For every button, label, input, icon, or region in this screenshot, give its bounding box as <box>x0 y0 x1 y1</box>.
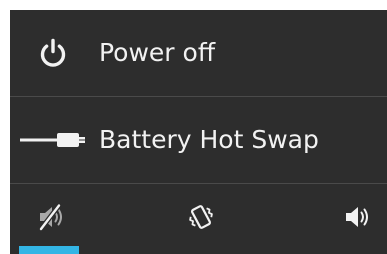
phone-vibrate-icon <box>189 205 213 229</box>
global-actions-dialog: Power off Battery Hot Swap <box>10 10 387 254</box>
sound-on-mode-button[interactable] <box>310 184 387 254</box>
power-off-label: Power off <box>99 38 216 67</box>
speaker-on-icon <box>346 207 368 227</box>
vibrate-mode-button[interactable] <box>154 184 244 254</box>
sound-mode-selector <box>10 184 387 254</box>
battery-hot-swap-label: Battery Hot Swap <box>99 125 319 154</box>
battery-plug-icon <box>20 133 85 147</box>
speaker-muted-icon <box>39 203 62 231</box>
silent-mode-button[interactable] <box>10 184 100 254</box>
power-icon <box>40 38 66 67</box>
power-off-item[interactable]: Power off <box>10 10 387 96</box>
selected-indicator <box>19 246 79 254</box>
battery-hot-swap-item[interactable]: Battery Hot Swap <box>10 97 387 183</box>
